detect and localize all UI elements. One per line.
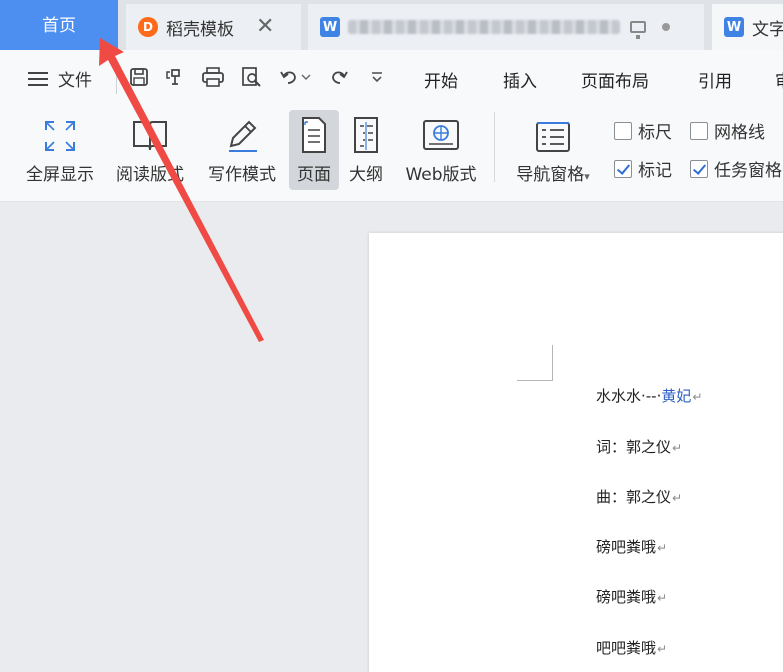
format-painter-icon[interactable]: [162, 64, 188, 90]
tab-template-label: 稻壳模板: [166, 19, 234, 40]
navigation-pane-icon: [536, 122, 570, 152]
wps-window: 首页 D 稻壳模板 ✕ W W 文字 文件 开始 插入 页面布局 引用 全屏显示…: [0, 0, 783, 672]
customize-toolbar-icon[interactable]: [364, 64, 390, 90]
writer-doc-icon: W: [320, 17, 340, 37]
print-icon[interactable]: [200, 64, 226, 90]
redo-icon[interactable]: [326, 64, 352, 90]
divider: [116, 68, 117, 94]
writer-doc-icon: W: [724, 17, 744, 37]
tab-current[interactable]: W 文字: [712, 4, 783, 50]
navigation-pane-button[interactable]: 导航窗格▾: [507, 110, 599, 190]
paragraph-mark: ↵: [657, 541, 668, 555]
file-menu-button[interactable]: 文件: [28, 66, 92, 91]
close-icon[interactable]: ✕: [256, 16, 274, 38]
doc-line[interactable]: 水水水·--·黄妃↵: [596, 385, 702, 406]
task-pane-checkbox[interactable]: 任务窗格: [690, 156, 782, 181]
markup-label: 标记: [638, 161, 672, 181]
lyric-text: 磅吧粪哦: [596, 588, 657, 606]
fullscreen-button[interactable]: 全屏显示: [20, 110, 100, 190]
menu-review[interactable]: 审: [775, 67, 783, 92]
menu-reference[interactable]: 引用: [698, 67, 732, 92]
book-icon: [133, 121, 167, 151]
undo-dropdown-icon[interactable]: [299, 64, 313, 90]
unsaved-dot-icon[interactable]: [662, 23, 670, 31]
navigation-pane-label: 导航窗格▾: [516, 165, 590, 185]
monitor-icon[interactable]: [630, 21, 646, 39]
lyric-text: 磅吧粪哦: [596, 538, 657, 556]
menu-page-layout[interactable]: 页面布局: [581, 67, 649, 92]
writing-mode-label: 写作模式: [208, 165, 276, 185]
doc-line[interactable]: 曲：郭之仪↵: [596, 486, 682, 507]
gridlines-checkbox[interactable]: 网格线: [690, 118, 765, 143]
page-view-button[interactable]: 页面: [289, 110, 339, 190]
checkbox-unchecked[interactable]: [614, 121, 632, 140]
web-layout-label: Web版式: [405, 165, 477, 185]
divider: [494, 112, 495, 182]
paragraph-mark: ↵: [672, 491, 683, 505]
pen-icon: [229, 120, 257, 152]
page-view-label: 页面: [297, 165, 331, 185]
song-title-text: 水水水·--·: [596, 387, 662, 405]
paragraph-mark: ↵: [657, 642, 668, 656]
lyric-text: 吧吧粪哦: [596, 639, 657, 657]
tab-home-label: 首页: [42, 15, 76, 36]
print-preview-icon[interactable]: [238, 64, 264, 90]
file-menu-label: 文件: [58, 71, 92, 91]
ribbon: 文件 开始 插入 页面布局 引用 全屏显示 阅读版式 写作模式 页面 大纲 We…: [0, 50, 783, 202]
writing-mode-button[interactable]: 写作模式: [202, 110, 282, 190]
reading-layout-button[interactable]: 阅读版式: [110, 110, 190, 190]
outline-icon: [354, 117, 378, 153]
menu-row: 文件 开始 插入 页面布局 引用: [0, 50, 783, 106]
lyricist-text: 词：郭之仪: [596, 438, 672, 456]
chevron-down-icon[interactable]: ▾: [584, 170, 590, 183]
doc-line[interactable]: 词：郭之仪↵: [596, 436, 682, 457]
web-layout-button[interactable]: Web版式: [397, 110, 485, 190]
tab-current-label: 文字: [752, 19, 783, 40]
singer-text: 黄妃: [661, 387, 692, 405]
fullscreen-icon: [45, 121, 75, 151]
gridlines-label: 网格线: [714, 123, 765, 143]
margin-corner-mark: [517, 345, 553, 381]
web-layout-icon: [423, 120, 459, 150]
tab-template[interactable]: D 稻壳模板 ✕: [126, 4, 301, 50]
fullscreen-label: 全屏显示: [26, 165, 94, 185]
hamburger-icon: [28, 71, 48, 86]
docer-logo-icon: D: [138, 17, 158, 37]
task-pane-label: 任务窗格: [714, 161, 782, 181]
checkbox-checked[interactable]: [690, 159, 708, 178]
doc-line[interactable]: 吧吧粪哦↵: [596, 637, 667, 658]
document-page[interactable]: 水水水·--·黄妃↵ 词：郭之仪↵ 曲：郭之仪↵ 磅吧粪哦↵ 磅吧粪哦↵ 吧吧粪…: [369, 233, 783, 672]
page-icon: [302, 117, 326, 153]
doc-line[interactable]: 磅吧粪哦↵: [596, 586, 667, 607]
ruler-label: 标尺: [638, 123, 672, 143]
ruler-checkbox[interactable]: 标尺: [614, 118, 672, 143]
checkbox-unchecked[interactable]: [690, 121, 708, 140]
paragraph-mark: ↵: [657, 591, 668, 605]
menu-start[interactable]: 开始: [424, 67, 458, 92]
tab-document[interactable]: W: [308, 4, 704, 50]
save-icon[interactable]: [126, 64, 152, 90]
paragraph-mark: ↵: [692, 390, 703, 404]
reading-layout-label: 阅读版式: [116, 165, 184, 185]
outline-view-button[interactable]: 大纲: [343, 110, 389, 190]
checkbox-checked[interactable]: [614, 159, 632, 178]
blurred-doc-title: [348, 20, 620, 34]
composer-text: 曲：郭之仪: [596, 488, 672, 506]
document-area[interactable]: 水水水·--·黄妃↵ 词：郭之仪↵ 曲：郭之仪↵ 磅吧粪哦↵ 磅吧粪哦↵ 吧吧粪…: [0, 203, 783, 672]
markup-checkbox[interactable]: 标记: [614, 156, 672, 181]
outline-view-label: 大纲: [349, 165, 383, 185]
tab-bar: 首页 D 稻壳模板 ✕ W W 文字: [0, 0, 783, 50]
tab-home[interactable]: 首页: [0, 0, 118, 50]
paragraph-mark: ↵: [672, 441, 683, 455]
menu-insert[interactable]: 插入: [503, 67, 537, 92]
doc-line[interactable]: 磅吧粪哦↵: [596, 536, 667, 557]
